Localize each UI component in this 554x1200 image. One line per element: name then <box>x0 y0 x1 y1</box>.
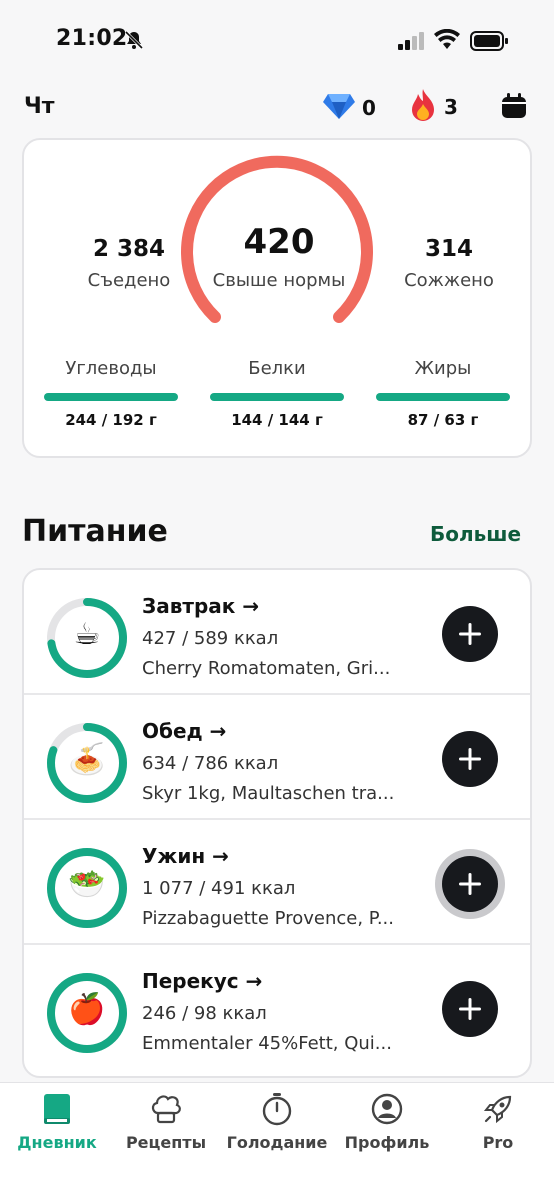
arrow-right-icon: → <box>245 969 263 993</box>
plus-icon <box>459 873 481 895</box>
wifi-icon <box>434 28 460 55</box>
tab-pro[interactable]: Pro <box>443 1091 553 1152</box>
meal-kcal: 246 / 98 ккал <box>142 1003 267 1024</box>
macro-progress-bar <box>210 393 344 401</box>
macro-label: Белки <box>248 358 306 379</box>
meal-items: Cherry Romatomaten, Gri... <box>142 658 391 679</box>
bell-muted-icon <box>124 30 144 54</box>
tab-label: Рецепты <box>125 1133 207 1152</box>
meal-row-snack[interactable]: 🍎 Перекус → 246 / 98 ккал Emmentaler 45%… <box>24 945 530 1070</box>
tab-label: Pro <box>482 1133 514 1152</box>
tab-label: Дневник <box>17 1133 97 1152</box>
calorie-summary-card[interactable]: 2 384 Съедено 420 Свыше нормы 314 Сожжен… <box>22 138 532 458</box>
tab-fasting[interactable]: Голодание <box>222 1091 332 1152</box>
tab-profile[interactable]: Профиль <box>332 1091 442 1152</box>
fire-icon <box>408 88 438 126</box>
cellular-signal-icon <box>398 32 426 54</box>
add-food-button[interactable] <box>442 981 498 1037</box>
arrow-right-icon: → <box>209 719 227 743</box>
salad-icon: 🥗 <box>68 867 106 902</box>
meal-kcal: 427 / 589 ккал <box>142 628 279 649</box>
diary-icon <box>2 1091 112 1127</box>
eaten-value: 2 384 <box>92 236 166 262</box>
macro-label: Углеводы <box>65 358 157 379</box>
gems-count: 0 <box>362 96 376 120</box>
arrow-right-icon: → <box>212 844 229 868</box>
coffee-icon: ☕ <box>73 617 101 652</box>
macro-progress-bar <box>376 393 510 401</box>
macro-protein: Белки 144 / 144 г <box>210 358 344 429</box>
over-label: Свыше нормы <box>212 270 346 291</box>
streak-counter[interactable]: 3 <box>408 88 458 126</box>
plus-icon <box>459 748 481 770</box>
meal-row-lunch[interactable]: 🍝 Обед → 634 / 786 ккал Skyr 1kg, Maulta… <box>24 695 530 820</box>
more-link[interactable]: Больше <box>430 522 521 546</box>
tab-bar: Дневник Рецепты Голодание Профиль Pro <box>0 1082 554 1200</box>
tab-recipes[interactable]: Рецепты <box>111 1091 221 1152</box>
add-food-button[interactable] <box>442 731 498 787</box>
macro-value: 244 / 192 г <box>65 411 157 429</box>
macro-fat: Жиры 87 / 63 г <box>376 358 510 429</box>
meal-title[interactable]: Ужин → <box>142 844 229 868</box>
meal-row-dinner[interactable]: 🥗 Ужин → 1 077 / 491 ккал Pizzabaguette … <box>24 820 530 945</box>
macro-label: Жиры <box>414 358 472 379</box>
eaten-label: Съедено <box>87 270 171 291</box>
profile-icon <box>332 1091 442 1127</box>
section-title: Питание <box>22 514 168 549</box>
pasta-icon: 🍝 <box>68 742 106 777</box>
meal-items: Emmentaler 45%Fett, Qui... <box>142 1033 392 1054</box>
burned-value: 314 <box>424 236 473 262</box>
plus-icon <box>459 623 481 645</box>
streak-count: 3 <box>444 95 458 119</box>
chef-hat-icon <box>111 1091 221 1127</box>
plus-icon <box>459 998 481 1020</box>
meal-items: Pizzabaguette Provence, P... <box>142 908 394 929</box>
meals-list: ☕ Завтрак → 427 / 589 ккал Cherry Romato… <box>22 568 532 1078</box>
meal-kcal: 1 077 / 491 ккал <box>142 878 296 899</box>
macro-value: 87 / 63 г <box>407 411 479 429</box>
gems-counter[interactable]: 0 <box>322 92 376 124</box>
over-value: 420 <box>243 222 315 262</box>
macro-value: 144 / 144 г <box>231 411 323 429</box>
meal-kcal: 634 / 786 ккал <box>142 753 279 774</box>
status-time: 21:02 <box>56 26 128 51</box>
apple-icon: 🍎 <box>68 992 106 1027</box>
stopwatch-icon <box>222 1091 332 1127</box>
calendar-icon[interactable] <box>500 92 528 124</box>
burned-label: Сожжено <box>404 270 494 291</box>
add-food-button[interactable] <box>442 856 498 912</box>
meal-row-breakfast[interactable]: ☕ Завтрак → 427 / 589 ккал Cherry Romato… <box>24 570 530 695</box>
macro-carbs: Углеводы 244 / 192 г <box>44 358 178 429</box>
macro-progress-bar <box>44 393 178 401</box>
tab-label: Профиль <box>344 1133 430 1152</box>
arrow-right-icon: → <box>242 594 260 618</box>
add-food-button[interactable] <box>442 606 498 662</box>
weekday-label[interactable]: Чт <box>24 94 55 119</box>
meal-title[interactable]: Перекус → <box>142 969 262 993</box>
meal-items: Skyr 1kg, Maultaschen tra... <box>142 783 395 804</box>
meal-title[interactable]: Обед → <box>142 719 226 743</box>
rocket-icon <box>443 1091 553 1127</box>
diamond-icon <box>322 92 356 124</box>
tab-diary[interactable]: Дневник <box>2 1091 112 1152</box>
meal-title[interactable]: Завтрак → <box>142 594 259 618</box>
tab-label: Голодание <box>226 1133 328 1152</box>
battery-icon <box>470 31 508 55</box>
